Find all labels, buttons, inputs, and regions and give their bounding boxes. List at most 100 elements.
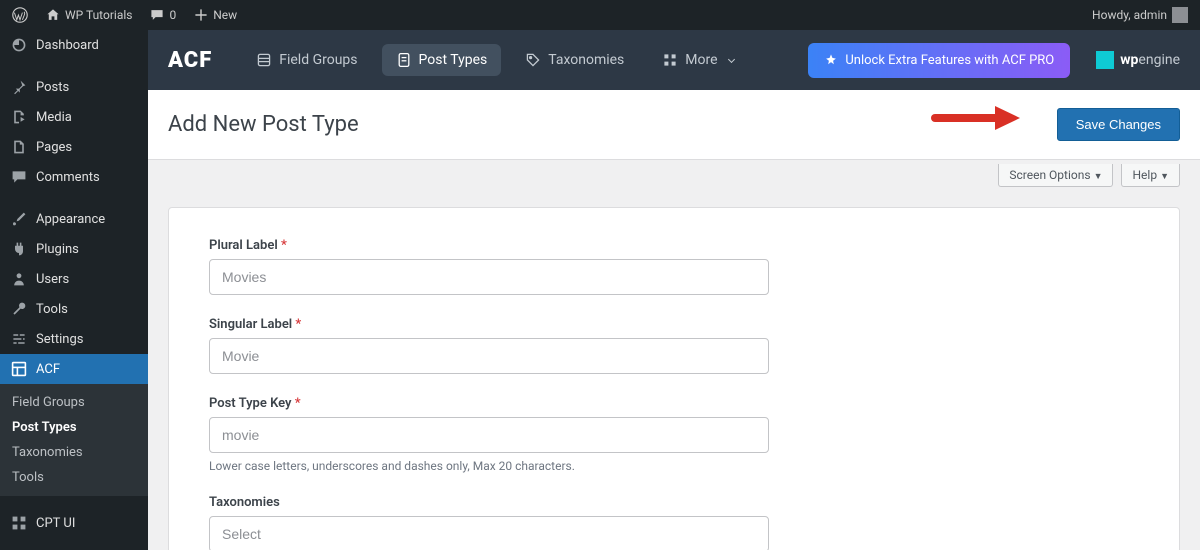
sidebar-submenu: Field Groups Post Types Taxonomies Tools <box>0 384 148 496</box>
sidebar-item-dashboard[interactable]: Dashboard <box>0 30 148 60</box>
submenu-field-groups[interactable]: Field Groups <box>0 390 148 415</box>
sidebar-item-posts[interactable]: Posts <box>0 72 148 102</box>
sidebar-item-cpt-ui[interactable]: CPT UI <box>0 508 148 538</box>
acf-tab-more[interactable]: More <box>648 44 747 76</box>
acf-tab-label: Field Groups <box>279 52 357 68</box>
acf-tab-label: Post Types <box>419 52 488 68</box>
sidebar-separator <box>0 192 148 204</box>
media-icon <box>10 109 28 125</box>
sidebar-label: Pages <box>36 140 72 155</box>
wp-logo[interactable] <box>12 7 28 23</box>
submenu-taxonomies[interactable]: Taxonomies <box>0 440 148 465</box>
screen-meta-links: Screen Options▼ Help▼ <box>148 160 1200 187</box>
page-title-bar: Add New Post Type Save Changes <box>148 90 1200 160</box>
sidebar-item-users[interactable]: Users <box>0 264 148 294</box>
wordpress-icon <box>12 7 28 23</box>
admin-bar-left: WP Tutorials 0 New <box>12 7 237 23</box>
sidebar-item-settings[interactable]: Settings <box>0 324 148 354</box>
new-label: New <box>213 8 237 22</box>
sidebar-label: Dashboard <box>36 38 99 53</box>
submenu-tools[interactable]: Tools <box>0 465 148 490</box>
comments-link[interactable]: 0 <box>150 8 176 22</box>
field-plural-label: Plural Label * <box>209 238 769 295</box>
field-singular-label: Singular Label * <box>209 317 769 374</box>
post-type-key-label: Post Type Key * <box>209 396 769 411</box>
grid-alt-icon <box>10 515 28 531</box>
post-type-key-input[interactable] <box>209 417 769 453</box>
plus-icon <box>194 8 208 22</box>
post-type-key-help: Lower case letters, underscores and dash… <box>209 459 769 473</box>
sparkle-icon <box>824 53 838 67</box>
acf-tab-label: More <box>685 52 717 68</box>
admin-bar-right: Howdy, admin <box>1092 7 1188 23</box>
sidebar-label: Settings <box>36 332 83 347</box>
howdy-link[interactable]: Howdy, admin <box>1092 7 1188 23</box>
taxonomies-label: Taxonomies <box>209 495 769 510</box>
brush-icon <box>10 211 28 227</box>
dashboard-icon <box>10 37 28 53</box>
wpengine-icon <box>1096 51 1114 69</box>
users-icon <box>10 271 28 287</box>
sidebar-item-tools[interactable]: Tools <box>0 294 148 324</box>
site-name-link[interactable]: WP Tutorials <box>46 8 132 22</box>
plug-icon <box>10 241 28 257</box>
sidebar-item-media[interactable]: Media <box>0 102 148 132</box>
tag-icon <box>525 52 541 68</box>
triangle-down-icon: ▼ <box>1160 172 1169 182</box>
save-changes-button[interactable]: Save Changes <box>1057 108 1180 141</box>
help-toggle[interactable]: Help▼ <box>1121 164 1180 187</box>
grid-icon <box>10 361 28 377</box>
triangle-down-icon: ▼ <box>1094 172 1103 182</box>
acf-header-bar: ACF Field Groups Post Types Taxonomies M… <box>148 30 1200 90</box>
comment-icon <box>150 8 164 22</box>
acf-tab-label: Taxonomies <box>548 52 624 68</box>
sidebar-label: Plugins <box>36 242 79 257</box>
field-taxonomies: Taxonomies <box>209 495 769 550</box>
form-panel: Plural Label * Singular Label * Post Typ… <box>168 207 1180 550</box>
sidebar-item-acf[interactable]: ACF <box>0 354 148 384</box>
acf-tab-field-groups[interactable]: Field Groups <box>242 44 371 76</box>
wrench-icon <box>10 301 28 317</box>
sidebar-separator <box>0 496 148 508</box>
field-post-type-key: Post Type Key * Lower case letters, unde… <box>209 396 769 473</box>
comments-icon <box>10 169 28 185</box>
sidebar-item-comments[interactable]: Comments <box>0 162 148 192</box>
avatar-icon <box>1172 7 1188 23</box>
plural-label-label: Plural Label * <box>209 238 769 253</box>
main-content: ACF Field Groups Post Types Taxonomies M… <box>148 30 1200 550</box>
sidebar-item-appearance[interactable]: Appearance <box>0 204 148 234</box>
sidebar-item-plugins[interactable]: Plugins <box>0 234 148 264</box>
pages-icon <box>10 139 28 155</box>
list-icon <box>256 52 272 68</box>
content-area: Plural Label * Singular Label * Post Typ… <box>148 187 1200 550</box>
pin-icon <box>10 79 28 95</box>
acf-tab-post-types[interactable]: Post Types <box>382 44 502 76</box>
sidebar-item-pages[interactable]: Pages <box>0 132 148 162</box>
acf-pro-button[interactable]: Unlock Extra Features with ACF PRO <box>808 43 1070 78</box>
plural-label-input[interactable] <box>209 259 769 295</box>
sidebar-label: CPT UI <box>36 516 75 531</box>
singular-label-input[interactable] <box>209 338 769 374</box>
sliders-icon <box>10 331 28 347</box>
sidebar-label: ACF <box>36 362 60 377</box>
acf-logo: ACF <box>168 48 212 73</box>
admin-sidebar: Dashboard Posts Media Pages Comments App… <box>0 30 148 550</box>
howdy-text: Howdy, admin <box>1092 8 1167 22</box>
sidebar-label: Posts <box>36 80 69 95</box>
acf-pro-label: Unlock Extra Features with ACF PRO <box>845 53 1054 68</box>
taxonomies-select[interactable] <box>209 516 769 550</box>
wpengine-logo[interactable]: wpengine <box>1096 51 1180 69</box>
doc-icon <box>396 52 412 68</box>
page-title: Add New Post Type <box>168 112 359 137</box>
annotation-arrow-icon <box>930 102 1020 134</box>
screen-options-toggle[interactable]: Screen Options▼ <box>998 164 1113 187</box>
submenu-post-types[interactable]: Post Types <box>0 415 148 440</box>
sidebar-label: Media <box>36 110 72 125</box>
sidebar-label: Users <box>36 272 69 287</box>
home-icon <box>46 8 60 22</box>
sidebar-label: Comments <box>36 170 100 185</box>
sidebar-separator <box>0 60 148 72</box>
grid4-icon <box>662 52 678 68</box>
acf-tab-taxonomies[interactable]: Taxonomies <box>511 44 638 76</box>
new-content-link[interactable]: New <box>194 8 237 22</box>
